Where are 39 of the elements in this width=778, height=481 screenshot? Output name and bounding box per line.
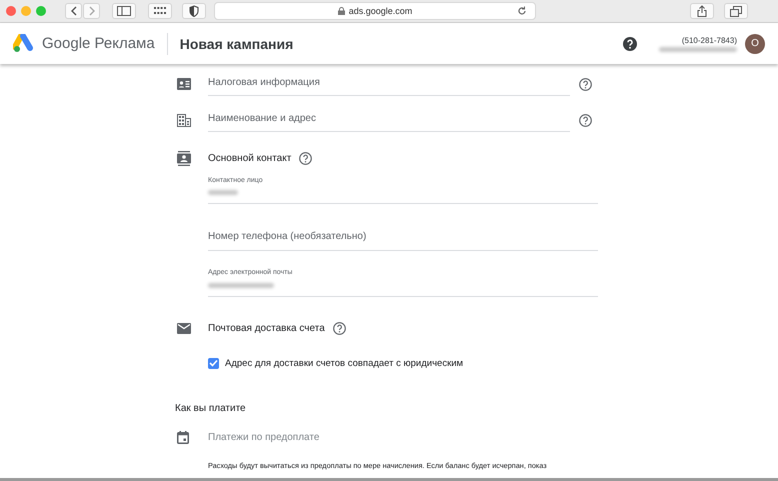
- help-icon[interactable]: [299, 152, 312, 164]
- forward-icon: [88, 6, 96, 16]
- grid-icon: [154, 7, 166, 15]
- building-icon: [177, 114, 191, 126]
- help-icon[interactable]: [623, 36, 637, 50]
- input-field[interactable]: Номер телефона (необязательно): [208, 219, 598, 251]
- section-heading: Как вы платите: [175, 403, 247, 416]
- page-title: Новая кампания: [180, 36, 294, 52]
- address-bar[interactable]: ads.google.com: [214, 2, 536, 20]
- logo-icon: [13, 34, 35, 54]
- lock-icon: [338, 7, 345, 15]
- calendar-icon: [177, 430, 191, 444]
- contact-icon: [177, 150, 191, 166]
- payment-method: Платежи по предоплате: [208, 432, 320, 442]
- tabs-button[interactable]: [724, 3, 748, 19]
- section-title: Основной контакт: [208, 152, 292, 164]
- section-link[interactable]: Наименование и адрес: [208, 108, 570, 132]
- share-icon: [697, 5, 707, 17]
- checkbox[interactable]: [208, 358, 219, 368]
- section-title: Почтовая доставка счета: [208, 322, 325, 334]
- reload-icon[interactable]: [517, 6, 527, 16]
- back-icon: [70, 6, 78, 16]
- phone-number: (510-281-7843): [682, 36, 737, 44]
- close-button[interactable]: [6, 6, 16, 16]
- section-link[interactable]: Налоговая информация: [208, 72, 570, 96]
- shield-icon[interactable]: [182, 3, 206, 19]
- sidebar-button[interactable]: [112, 3, 136, 19]
- help-icon[interactable]: [332, 322, 346, 334]
- help-icon[interactable]: [579, 78, 592, 90]
- checkbox-label: Адрес для доставки счетов совпадает с юридическим: [225, 358, 464, 368]
- help-icon[interactable]: [579, 114, 592, 126]
- product-name: Google Реклама: [42, 35, 155, 52]
- grid-button[interactable]: [148, 3, 172, 19]
- mail-icon: [177, 322, 191, 334]
- back-button[interactable]: [65, 3, 82, 19]
- id-card-icon: [177, 78, 191, 90]
- avatar[interactable]: О: [745, 34, 765, 54]
- share-button[interactable]: [690, 3, 714, 19]
- tabs-icon: [730, 6, 742, 16]
